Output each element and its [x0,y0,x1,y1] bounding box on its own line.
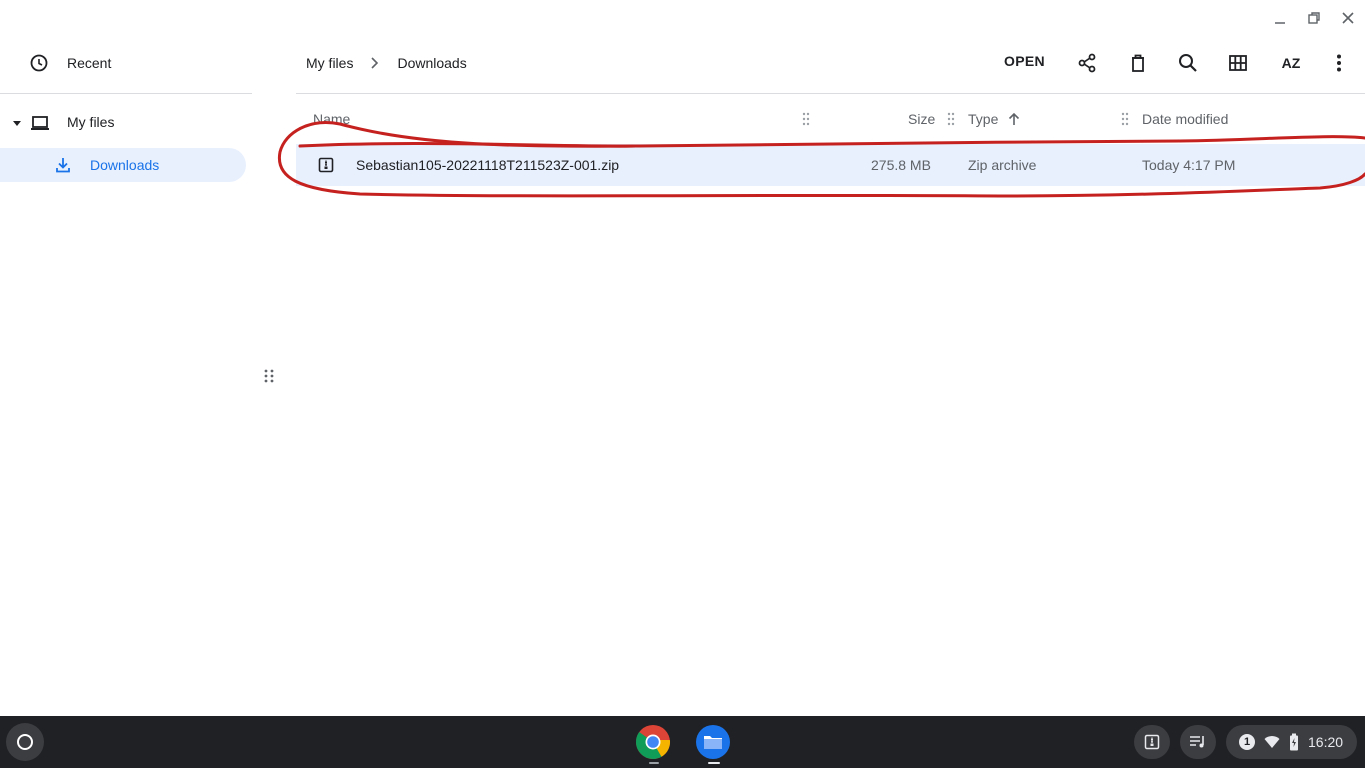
resize-handle[interactable] [264,368,274,384]
breadcrumb-downloads[interactable]: Downloads [397,55,466,71]
files-app-icon[interactable] [695,724,731,760]
column-resize-handle[interactable] [947,112,955,126]
sidebar-item-recent[interactable]: Recent [0,46,252,80]
sidebar-item-label: My files [67,114,115,130]
file-name: Sebastian105-20221118T211523Z-001.zip [356,157,620,173]
launcher-icon [17,734,33,750]
clock: 16:20 [1308,734,1344,750]
column-header-type[interactable]: Type [968,111,998,127]
close-button[interactable] [1331,0,1365,36]
sidebar: Recent My files Downloads [0,40,252,716]
minimize-icon [1275,22,1285,24]
breadcrumb-my-files[interactable]: My files [306,55,353,71]
share-icon[interactable] [1076,52,1098,74]
file-size: 275.8 MB [871,157,931,173]
chevron-right-icon [371,57,379,69]
restore-button[interactable] [1297,0,1331,36]
grid-view-icon[interactable] [1227,52,1249,74]
sidebar-item-downloads[interactable]: Downloads [0,148,246,182]
more-options-icon[interactable] [1328,52,1350,74]
chrome-icon[interactable] [635,724,671,760]
battery-icon [1290,733,1298,751]
launcher-button[interactable] [6,723,44,761]
search-icon[interactable] [1177,52,1199,74]
sidebar-item-label: Downloads [90,157,160,173]
minimize-button[interactable] [1263,0,1297,36]
column-header-name[interactable]: Name [313,111,350,127]
wifi-icon [1264,736,1280,748]
breadcrumb: My files Downloads [306,52,467,74]
playlist-icon [1190,736,1204,748]
file-type: Zip archive [968,157,1037,173]
notification-count-badge: 1 [1239,734,1255,750]
clock-icon [30,54,48,72]
media-controls-button[interactable] [1180,725,1216,759]
zip-file-icon [1144,734,1160,750]
open-button[interactable]: OPEN [1004,53,1045,69]
restore-icon [1308,12,1320,24]
delete-icon[interactable] [1127,52,1149,74]
caret-down-icon[interactable] [12,118,22,128]
arrow-up-icon [1008,112,1020,125]
running-indicator [649,762,659,764]
sidebar-item-label: Recent [67,55,112,71]
header-divider [296,93,1365,94]
holding-space-button[interactable] [1134,725,1170,759]
sidebar-item-my-files[interactable]: My files [0,106,252,140]
column-header-date-modified[interactable]: Date modified [1142,111,1228,127]
laptop-icon [31,116,49,130]
download-icon [56,158,70,173]
status-area[interactable]: 1 16:20 [1226,725,1357,759]
window-controls [1263,0,1365,36]
column-header-size[interactable]: Size [908,111,935,127]
sidebar-divider [0,93,252,94]
sort-button[interactable]: AZ [1279,52,1303,74]
column-resize-handle[interactable] [1121,112,1129,126]
close-icon [1342,12,1354,24]
column-resize-handle[interactable] [802,112,810,126]
table-row[interactable]: Sebastian105-20221118T211523Z-001.zip 27… [296,144,1365,186]
file-date-modified: Today 4:17 PM [1142,157,1236,173]
shelf: 1 16:20 [0,716,1365,768]
active-indicator [708,762,720,764]
zip-file-icon [318,157,334,173]
